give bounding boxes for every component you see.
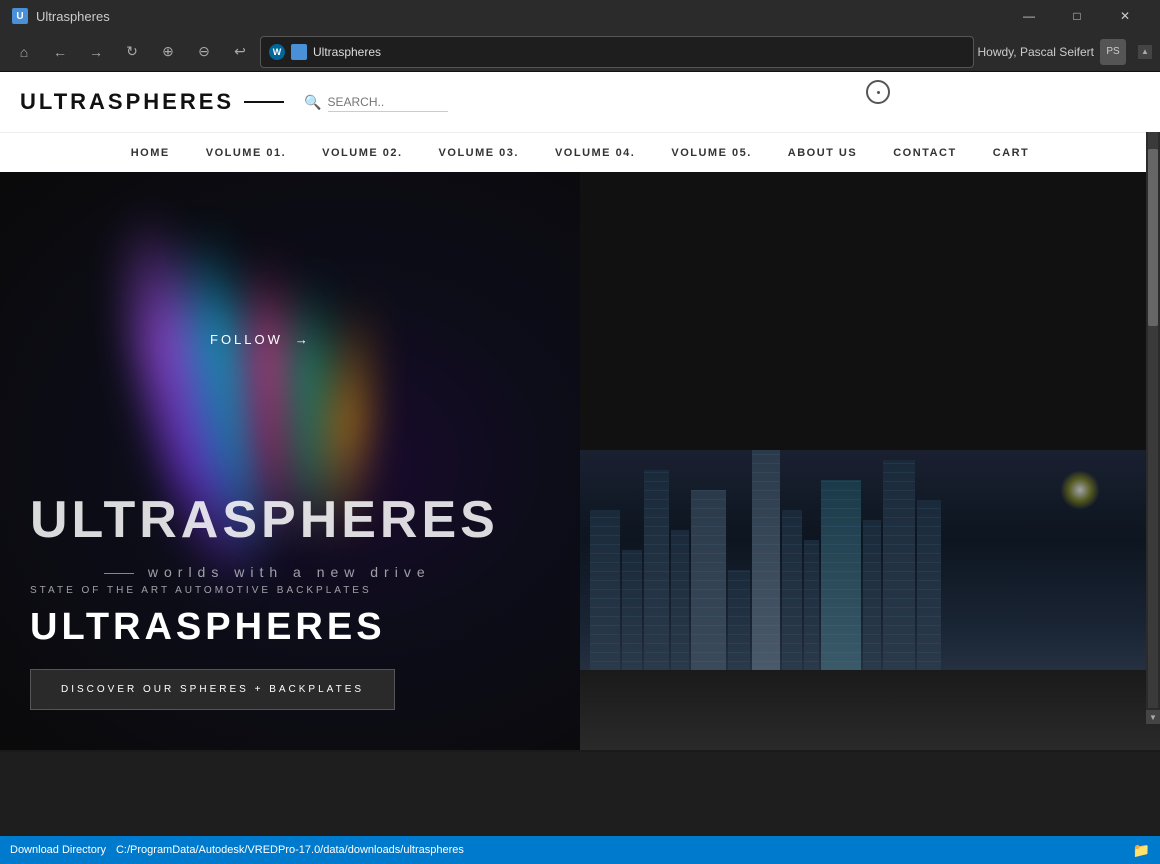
hero-subtitle: worlds with a new drive — [100, 564, 431, 580]
website-content: ULTRASPHERES 🔍 HOME VOLUME 01. VOLUME 02… — [0, 72, 1160, 752]
maximize-button[interactable]: □ — [1054, 0, 1100, 32]
forward-button[interactable]: → — [80, 38, 112, 66]
building-10 — [821, 480, 861, 670]
nav-volume05[interactable]: VOLUME 05. — [653, 133, 769, 173]
howdy-text: Howdy, Pascal Seifert — [978, 45, 1095, 59]
building-7 — [752, 450, 780, 670]
subtitle-line — [104, 573, 134, 574]
hero-left: FOLLOW → ULTRASPHERES worlds with a new … — [0, 172, 580, 750]
building-5 — [691, 490, 726, 670]
history-button[interactable]: ↩ — [224, 38, 256, 66]
city-road — [580, 670, 1160, 750]
nav-volume04[interactable]: VOLUME 04. — [537, 133, 653, 173]
logo-line — [244, 101, 284, 103]
titlebar: U Ultraspheres — □ ✕ — [0, 0, 1160, 32]
cta-brand: ULTRASPHERES — [30, 606, 550, 649]
follow-arrow-icon: → — [295, 332, 311, 347]
site-header: ULTRASPHERES 🔍 — [0, 72, 1160, 132]
address-bar[interactable]: W Ultraspheres — [260, 36, 974, 68]
search-icon: 🔍 — [304, 94, 321, 111]
search-area: 🔍 — [304, 93, 447, 112]
right-bottom-panel — [580, 450, 1160, 750]
statusbar-label: Download Directory — [10, 844, 106, 856]
nav-volume02[interactable]: VOLUME 02. — [304, 133, 420, 173]
scrollbar-bottom-button[interactable]: ▼ — [1146, 710, 1160, 724]
home-button[interactable]: ⌂ — [8, 38, 40, 66]
wp-icon: W — [269, 44, 285, 60]
nav-volume01[interactable]: VOLUME 01. — [188, 133, 304, 173]
building-8 — [782, 510, 802, 670]
building-11 — [863, 520, 881, 670]
building-9 — [804, 540, 819, 670]
scrollbar-track[interactable] — [1148, 120, 1158, 708]
window-title: Ultraspheres — [36, 9, 110, 24]
follow-label: FOLLOW — [210, 332, 283, 347]
folder-icon[interactable]: 📁 — [1133, 842, 1150, 859]
nav-contact[interactable]: CONTACT — [875, 133, 974, 173]
address-text: Ultraspheres — [313, 45, 965, 59]
browser-toolbar: ⌂ ← → ↻ ⊕ ⊖ ↩ W Ultraspheres Howdy, Pasc… — [0, 32, 1160, 72]
cursor-indicator — [866, 80, 890, 104]
building-12 — [883, 460, 915, 670]
close-button[interactable]: ✕ — [1102, 0, 1148, 32]
subtitle-text: worlds with a new drive — [148, 564, 431, 580]
site-favicon — [291, 44, 307, 60]
nav-cart[interactable]: CART — [975, 133, 1048, 173]
zoom-out-button[interactable]: ⊖ — [188, 38, 220, 66]
hero-title-large: ULTRASPHERES — [30, 490, 499, 550]
search-input[interactable] — [328, 93, 448, 112]
cursor-dot — [877, 91, 880, 94]
right-top-panel — [580, 172, 1160, 450]
nav-aboutus[interactable]: ABOUT US — [770, 133, 875, 173]
scrollbar-thumb[interactable] — [1148, 149, 1158, 325]
nav-home[interactable]: HOME — [113, 133, 188, 173]
building-13 — [917, 500, 941, 670]
hero-right — [580, 172, 1160, 750]
city-buildings — [580, 450, 1160, 670]
zoom-in-button[interactable]: ⊕ — [152, 38, 184, 66]
back-button[interactable]: ← — [44, 38, 76, 66]
cta-small-text: STATE OF THE ART AUTOMOTIVE BACKPLATES — [30, 585, 550, 596]
building-3 — [644, 470, 669, 670]
building-6 — [728, 570, 750, 670]
cta-button[interactable]: DISCOVER OUR SPHERES + BACKPLATES — [30, 669, 395, 710]
site-nav: HOME VOLUME 01. VOLUME 02. VOLUME 03. VO… — [0, 132, 1160, 172]
statusbar-path: C:/ProgramData/Autodesk/VREDPro-17.0/dat… — [116, 844, 464, 856]
follow-text: FOLLOW → — [210, 332, 311, 347]
hero-cta-section: STATE OF THE ART AUTOMOTIVE BACKPLATES U… — [30, 585, 550, 710]
nav-volume03[interactable]: VOLUME 03. — [421, 133, 537, 173]
building-4 — [671, 530, 689, 670]
building-2 — [622, 550, 642, 670]
scrollbar-up-button[interactable]: ▲ — [1138, 45, 1152, 59]
app-icon: U — [12, 8, 28, 24]
statusbar: Download Directory C:/ProgramData/Autode… — [0, 836, 1160, 864]
minimize-button[interactable]: — — [1006, 0, 1052, 32]
howdy-section: Howdy, Pascal Seifert PS — [978, 39, 1135, 65]
refresh-button[interactable]: ↻ — [116, 38, 148, 66]
titlebar-left: U Ultraspheres — [12, 8, 110, 24]
browser-scrollbar[interactable]: ▲ ▼ — [1146, 104, 1160, 724]
building-1 — [590, 510, 620, 670]
user-avatar: PS — [1100, 39, 1126, 65]
site-logo: ULTRASPHERES — [20, 89, 234, 115]
titlebar-controls: — □ ✕ — [1006, 0, 1148, 32]
hero-area: FOLLOW → ULTRASPHERES worlds with a new … — [0, 172, 1160, 750]
